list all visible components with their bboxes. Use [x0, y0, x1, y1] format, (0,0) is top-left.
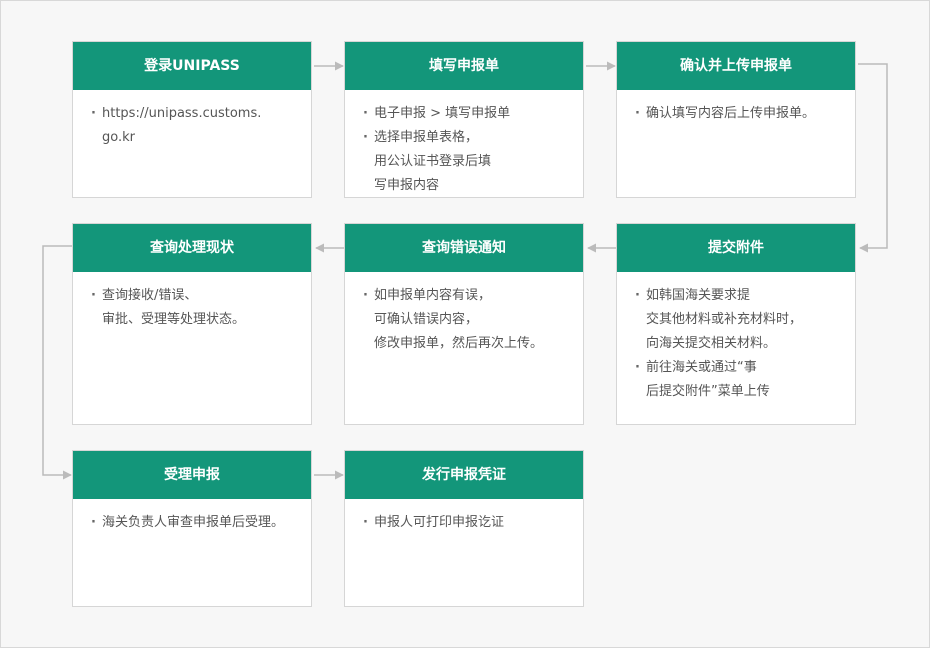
step-8-list: 申报人可打印申报讫证: [345, 499, 583, 535]
step-4-box: 提交附件 如韩国海关要求提 交其他材料或补充材料时， 向海关提交相关材料。 前往…: [616, 223, 856, 425]
process-diagram: 登录UNIPASS https://unipass.customs. go.kr…: [0, 0, 930, 648]
step-5-item-1: 如申报单内容有误， 可确认错误内容， 修改申报单，然后再次上传。: [363, 284, 573, 356]
step-5-title: 查询错误通知: [345, 224, 583, 272]
step-7-box: 受理申报 海关负责人审查申报单后受理。: [72, 450, 312, 607]
step-1-item-1: https://unipass.customs. go.kr: [91, 102, 301, 150]
step-8-box: 发行申报凭证 申报人可打印申报讫证: [344, 450, 584, 607]
step-4-title: 提交附件: [617, 224, 855, 272]
step-2-item-2: 选择申报单表格， 用公认证书登录后填 写申报内容: [363, 126, 573, 198]
arrow-6-7: [42, 245, 72, 480]
step-3-box: 确认并上传申报单 确认填写内容后上传申报单。: [616, 41, 856, 198]
step-6-list: 查询接收/错误、 审批、受理等处理状态。: [73, 272, 311, 332]
step-6-title: 查询处理现状: [73, 224, 311, 272]
step-4-list: 如韩国海关要求提 交其他材料或补充材料时， 向海关提交相关材料。 前往海关或通过…: [617, 272, 855, 404]
arrow-3-4: [858, 63, 888, 253]
step-6-box: 查询处理现状 查询接收/错误、 审批、受理等处理状态。: [72, 223, 312, 425]
step-4-item-1: 如韩国海关要求提 交其他材料或补充材料时， 向海关提交相关材料。: [635, 284, 845, 356]
step-1-title: 登录UNIPASS: [73, 42, 311, 90]
step-3-title: 确认并上传申报单: [617, 42, 855, 90]
step-6-item-1: 查询接收/错误、 审批、受理等处理状态。: [91, 284, 301, 332]
step-5-box: 查询错误通知 如申报单内容有误， 可确认错误内容， 修改申报单，然后再次上传。: [344, 223, 584, 425]
step-2-title: 填写申报单: [345, 42, 583, 90]
step-5-list: 如申报单内容有误， 可确认错误内容， 修改申报单，然后再次上传。: [345, 272, 583, 356]
step-1-box: 登录UNIPASS https://unipass.customs. go.kr: [72, 41, 312, 198]
step-7-item-1: 海关负责人审查申报单后受理。: [91, 511, 301, 535]
step-7-title: 受理申报: [73, 451, 311, 499]
step-7-list: 海关负责人审查申报单后受理。: [73, 499, 311, 535]
step-8-title: 发行申报凭证: [345, 451, 583, 499]
step-4-item-2: 前往海关或通过“事 后提交附件”菜单上传: [635, 356, 845, 404]
step-1-list: https://unipass.customs. go.kr: [73, 90, 311, 150]
step-3-list: 确认填写内容后上传申报单。: [617, 90, 855, 126]
step-8-item-1: 申报人可打印申报讫证: [363, 511, 573, 535]
step-2-list: 电子申报 > 填写申报单 选择申报单表格， 用公认证书登录后填 写申报内容: [345, 90, 583, 198]
step-3-item-1: 确认填写内容后上传申报单。: [635, 102, 845, 126]
step-2-item-1: 电子申报 > 填写申报单: [363, 102, 573, 126]
step-2-box: 填写申报单 电子申报 > 填写申报单 选择申报单表格， 用公认证书登录后填 写申…: [344, 41, 584, 198]
